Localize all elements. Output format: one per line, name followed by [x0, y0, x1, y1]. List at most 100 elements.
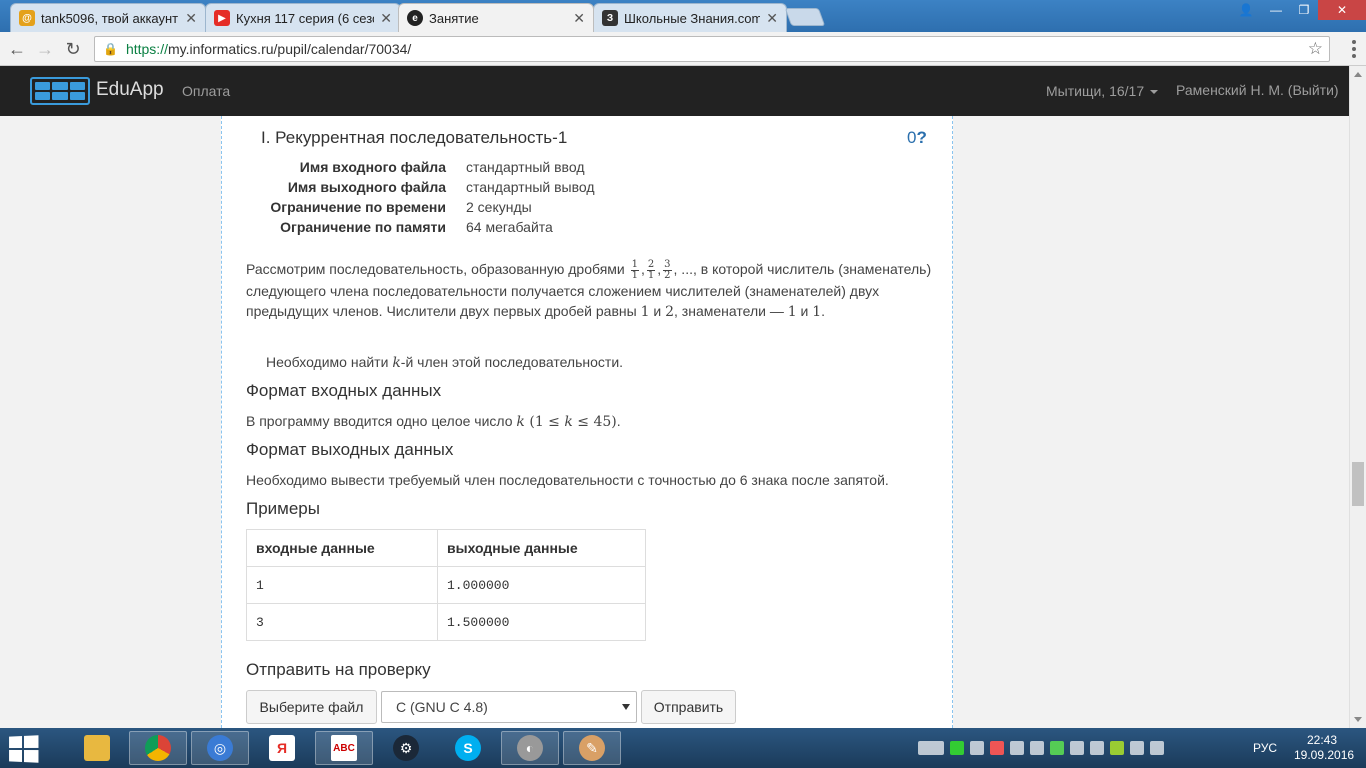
- tab-1[interactable]: @ tank5096, твой аккаунт ✕: [10, 3, 206, 32]
- scroll-up-icon[interactable]: [1354, 72, 1362, 77]
- device-icon[interactable]: [1130, 741, 1144, 755]
- caret-down-icon: [1150, 90, 1159, 95]
- new-tab-button[interactable]: [784, 8, 826, 26]
- notes-icon[interactable]: [1090, 741, 1104, 755]
- task-text: Необходимо найти k-й член этой последова…: [266, 352, 961, 373]
- user-logout-link[interactable]: Раменский Н. М. (Выйти): [1176, 82, 1339, 98]
- taskbar-app-3[interactable]: ◎: [191, 731, 249, 765]
- submit-heading: Отправить на проверку: [246, 660, 431, 679]
- task-post: -й член этой последовательности.: [400, 354, 624, 370]
- tab-4-title: Школьные Знания.com: [624, 10, 761, 26]
- close-icon[interactable]: ✕: [573, 10, 585, 27]
- steam-tray-icon[interactable]: [1010, 741, 1024, 755]
- language-indicator[interactable]: РУС: [1253, 741, 1277, 755]
- tab-2[interactable]: ▶ Кухня 117 серия (6 сезо ✕: [205, 3, 401, 32]
- statement-text: и: [649, 302, 666, 319]
- output-format-heading: Формат выходных данных: [246, 440, 454, 459]
- restore-icon[interactable]: ❐: [1290, 0, 1318, 20]
- network-signal-icon[interactable]: [1150, 741, 1164, 755]
- examples-heading: Примеры: [246, 499, 320, 518]
- fraction-denominator: 1: [647, 269, 655, 281]
- close-icon[interactable]: ✕: [766, 10, 778, 27]
- taskbar-explorer[interactable]: [68, 731, 126, 765]
- steam-icon: ⚙: [393, 735, 419, 761]
- math-number: 1: [787, 303, 797, 320]
- taskbar-abcnet[interactable]: ABC: [315, 731, 373, 765]
- antivirus-icon[interactable]: [950, 741, 964, 755]
- eye-tray-icon[interactable]: [970, 741, 984, 755]
- submit-button[interactable]: Отправить: [641, 690, 736, 724]
- nav-payment-link[interactable]: Оплата: [182, 83, 230, 99]
- keyboard-icon[interactable]: [918, 741, 944, 755]
- scroll-down-icon[interactable]: [1354, 717, 1362, 722]
- fraction: 32: [663, 259, 672, 281]
- close-icon[interactable]: ✕: [185, 10, 197, 27]
- math-constraint: (1 ≤: [524, 414, 565, 430]
- clock[interactable]: 22:43 19.09.2016: [1294, 733, 1354, 763]
- forward-icon[interactable]: →: [34, 38, 56, 60]
- bookmark-star-icon[interactable]: ☆: [1308, 39, 1323, 59]
- mail-icon: @: [19, 10, 35, 26]
- taskbar-paint[interactable]: ✎: [563, 731, 621, 765]
- problem-score[interactable]: 0?: [907, 128, 927, 148]
- address-bar[interactable]: 🔒 https://my.informatics.ru/pupil/calend…: [94, 36, 1330, 62]
- compiler-select[interactable]: C (GNU C 4.8): [381, 691, 637, 723]
- fraction: 11: [630, 259, 639, 281]
- back-icon[interactable]: ←: [6, 38, 28, 60]
- compiler-selected: C (GNU C 4.8): [396, 699, 488, 715]
- statement-text: .: [821, 302, 826, 319]
- statement-text: , знаменатели —: [674, 302, 788, 319]
- url-scheme: https://: [125, 41, 168, 57]
- math-number: 1: [640, 303, 650, 320]
- input-text: В программу вводится одно целое число: [246, 413, 517, 429]
- group-dropdown[interactable]: Мытищи, 16/17: [1046, 83, 1159, 99]
- chrome-icon: [145, 735, 171, 761]
- fraction-denominator: 1: [631, 269, 638, 281]
- app-tray-icon[interactable]: [990, 741, 1004, 755]
- fraction-denominator: 2: [664, 269, 671, 281]
- eduapp-logo-icon[interactable]: [30, 77, 90, 105]
- limit-row: Имя выходного файла стандартный вывод: [262, 179, 595, 199]
- choose-file-button[interactable]: Выберите файл: [246, 690, 377, 724]
- battery-icon[interactable]: [1050, 741, 1064, 755]
- flag-icon[interactable]: [1070, 741, 1084, 755]
- tab-4[interactable]: З Школьные Знания.com ✕: [593, 3, 787, 32]
- taskbar-audio[interactable]: ◐: [501, 731, 559, 765]
- taskbar-chrome[interactable]: [129, 731, 187, 765]
- update-icon[interactable]: [1110, 741, 1124, 755]
- system-tray: [918, 740, 1164, 756]
- reload-icon[interactable]: ↻: [62, 38, 84, 60]
- math-constraint: ≤ 45): [572, 414, 617, 430]
- group-label: Мытищи, 16/17: [1046, 83, 1145, 99]
- input-text: .: [616, 413, 621, 429]
- taskbar-skype[interactable]: S: [439, 731, 497, 765]
- table-row: 3 1.500000: [246, 603, 646, 641]
- youtube-icon: ▶: [214, 10, 230, 26]
- tab-3[interactable]: e Занятие ✕: [398, 3, 594, 32]
- minimize-icon[interactable]: —: [1262, 0, 1290, 20]
- scroll-thumb[interactable]: [1352, 462, 1364, 506]
- output-format-text: Необходимо вывести требуемый член послед…: [246, 472, 889, 488]
- limit-label: Ограничение по памяти: [280, 219, 446, 235]
- column-header-input: входные данные: [246, 529, 438, 567]
- taskbar-steam[interactable]: ⚙: [377, 731, 435, 765]
- volume-icon[interactable]: [1030, 741, 1044, 755]
- examples-table: входные данные выходные данные 1 1.00000…: [246, 529, 646, 641]
- limit-row: Имя входного файла стандартный ввод: [262, 159, 595, 179]
- page-scrollbar[interactable]: [1349, 66, 1366, 728]
- windows-start-icon[interactable]: [9, 735, 39, 763]
- window-close-icon[interactable]: ✕: [1318, 0, 1366, 20]
- yandex-icon: Я: [269, 735, 295, 761]
- limits-table: Имя входного файла стандартный ввод Имя …: [262, 159, 595, 239]
- user-icon[interactable]: 👤: [1232, 0, 1260, 20]
- problem-title: I. Рекуррентная последовательность-1: [261, 128, 568, 147]
- help-icon[interactable]: ?: [916, 128, 926, 147]
- tab-1-title: tank5096, твой аккаунт: [41, 10, 179, 26]
- brand-name[interactable]: EduApp: [96, 79, 164, 101]
- browser-menu-icon[interactable]: [1352, 40, 1356, 58]
- taskbar-yandex[interactable]: Я: [253, 731, 311, 765]
- limit-row: Ограничение по времени 2 секунды: [262, 199, 595, 219]
- problem-statement: Рассмотрим последовательность, образован…: [246, 258, 932, 320]
- speaker-icon: ◐: [517, 735, 543, 761]
- close-icon[interactable]: ✕: [380, 10, 392, 27]
